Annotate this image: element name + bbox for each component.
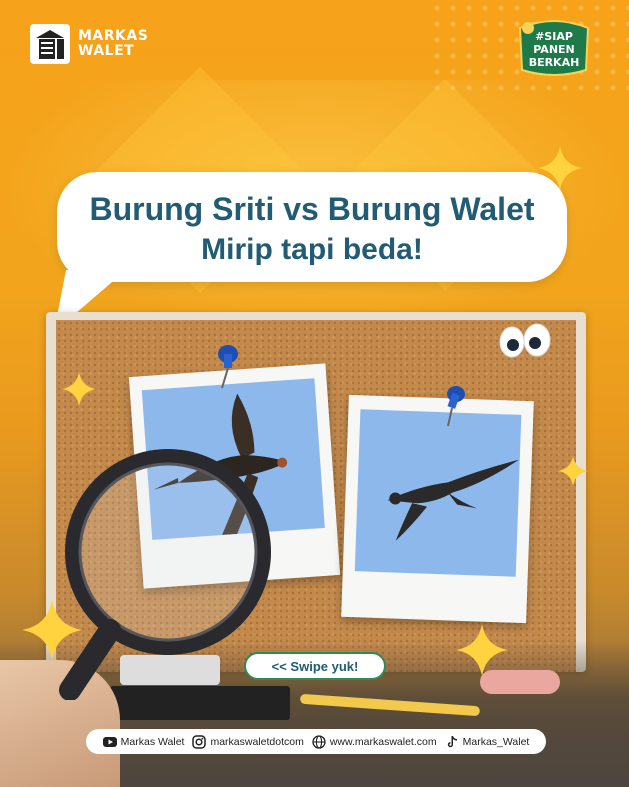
instagram-icon [192, 734, 207, 749]
campaign-badge: #SIAP PANEN BERKAH [518, 20, 590, 76]
footer-youtube[interactable]: Markas Walet [102, 735, 185, 749]
footer-website[interactable]: www.markaswalet.com [312, 734, 437, 749]
instagram-handle: markaswaletdotcom [210, 735, 304, 748]
footer-instagram[interactable]: markaswaletdotcom [192, 734, 304, 749]
social-footer: Markas Walet markaswaletdotcom www.marka… [86, 729, 546, 754]
youtube-icon [102, 736, 117, 747]
badge-line-1: #SIAP [535, 30, 573, 43]
brand-logo: MARKAS WALET [30, 24, 148, 64]
tiktok-handle: Markas_Walet [462, 735, 530, 748]
sparkle-star-icon [558, 456, 588, 486]
youtube-handle: Markas Walet [120, 735, 185, 748]
poster: MARKAS WALET #SIAP PANEN BERKAH Burung S… [0, 0, 629, 787]
googly-eyes-icon [499, 323, 551, 358]
swipe-button[interactable]: << Swipe yuk! [244, 652, 386, 680]
brand-name: MARKAS WALET [78, 28, 149, 59]
globe-icon [312, 734, 326, 749]
photo-sky-walet [354, 409, 522, 577]
website-url: www.markaswalet.com [329, 735, 437, 748]
push-pin-icon [447, 386, 465, 427]
tiktok-icon [447, 735, 457, 747]
headline-line-1: Burung Sriti vs Burung Walet [89, 191, 535, 227]
footer-tiktok[interactable]: Markas_Walet [445, 735, 530, 749]
swiftlet-bird-photo [387, 459, 519, 541]
sparkle-star-icon [538, 146, 582, 190]
headline: Burung Sriti vs Burung Walet Mirip tapi … [57, 188, 567, 270]
sparkle-star-icon [22, 600, 82, 660]
sparkle-star-icon [456, 624, 508, 676]
badge-line-3: BERKAH [529, 56, 580, 69]
building-logo-icon [30, 24, 70, 64]
badge-line-2: PANEN [533, 43, 575, 56]
sparkle-star-icon [62, 372, 96, 406]
push-pin-icon [218, 345, 238, 389]
headline-line-2: Mirip tapi beda! [201, 233, 423, 266]
